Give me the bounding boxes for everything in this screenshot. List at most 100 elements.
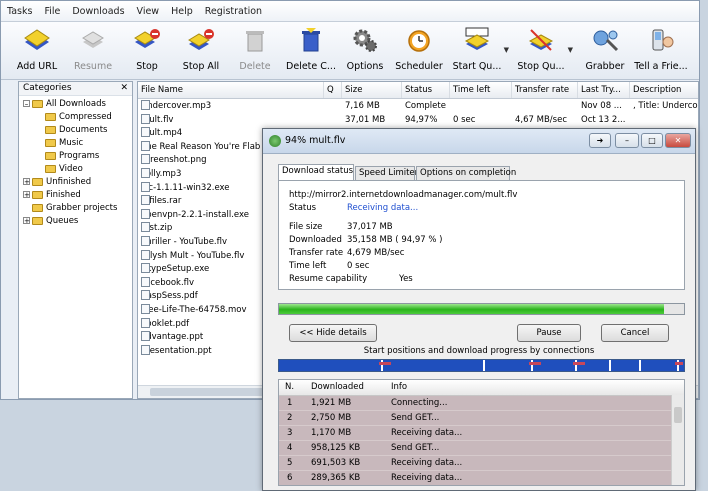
column-last-try[interactable]: Last Try... — [578, 82, 630, 98]
file-icon — [141, 154, 150, 165]
cell-last: Oct 13 2... — [581, 114, 629, 127]
add-url-button[interactable]: Add URL — [9, 24, 65, 76]
download-progress-dialog: 94% mult.flv ➜ – □ ✕ Download status Spe… — [262, 128, 696, 491]
dialog-title-bar: 94% mult.flv ➜ – □ ✕ — [263, 129, 695, 154]
folder-open-icon — [32, 99, 43, 108]
idm-globe-icon — [269, 135, 281, 147]
vertical-scrollbar[interactable] — [671, 395, 684, 485]
list-item[interactable]: 5 691,503 KB Receiving data... — [279, 456, 673, 471]
stop-all-button[interactable]: Stop All — [173, 24, 229, 76]
stop-button[interactable]: Stop — [119, 24, 175, 76]
table-row[interactable]: Undercover.mp3 7,16 MB Complete Nov 08 ...,… — [138, 100, 698, 113]
column-file-name[interactable]: File Name — [138, 82, 324, 98]
pause-button[interactable]: Pause — [517, 324, 581, 342]
file-icon — [141, 181, 150, 192]
column-description[interactable]: Description — [630, 82, 698, 98]
cell-n: 6 — [287, 473, 293, 483]
resume-button[interactable]: Resume — [65, 24, 121, 76]
cancel-button[interactable]: Cancel — [601, 324, 669, 342]
close-icon[interactable]: ✕ — [120, 82, 128, 95]
options-button[interactable]: Options — [337, 24, 393, 76]
file-icon — [141, 222, 150, 233]
expand-icon[interactable]: + — [23, 217, 30, 225]
menu-tasks[interactable]: Tasks — [1, 6, 38, 17]
file-size-value: 37,017 MB — [347, 222, 393, 232]
column-transfer-rate[interactable]: Transfer rate — [512, 82, 578, 98]
category-programs[interactable]: Programs — [45, 150, 99, 162]
stop-queue-dropdown-icon[interactable]: ▼ — [568, 46, 573, 54]
cell-text: Nov 08 ... — [581, 101, 622, 111]
stop-queue-icon — [528, 29, 554, 51]
tell-a-friend-button[interactable]: Tell a Frie... — [633, 24, 689, 76]
delete-button[interactable]: Delete — [227, 24, 283, 76]
column-connection-number[interactable]: N. — [285, 380, 294, 395]
menu-help[interactable]: Help — [165, 6, 199, 17]
cell-text: presentation.ppt — [141, 345, 212, 356]
list-item[interactable]: 3 1,170 MB Receiving data... — [279, 426, 673, 441]
scheduler-icon — [408, 30, 430, 52]
category-music[interactable]: Music — [45, 137, 83, 149]
scheduler-button[interactable]: Scheduler — [391, 24, 447, 76]
file-icon — [141, 331, 150, 342]
category-documents[interactable]: Documents — [45, 124, 107, 136]
category-unfinished[interactable]: + Unfinished — [23, 176, 91, 188]
hide-details-button[interactable]: << Hide details — [289, 324, 377, 342]
delete-completed-button[interactable]: Delete C... — [283, 24, 339, 76]
column-status[interactable]: Status — [402, 82, 450, 98]
maximize-button[interactable]: □ — [641, 133, 663, 148]
list-item[interactable]: 4 958,125 KB Send GET... — [279, 441, 673, 456]
category-grabber-projects[interactable]: Grabber projects — [32, 202, 117, 214]
file-icon — [141, 140, 150, 151]
scrollbar-thumb[interactable] — [674, 407, 682, 423]
column-downloaded[interactable]: Downloaded — [311, 380, 364, 395]
category-queues[interactable]: + Queues — [23, 215, 78, 227]
list-item[interactable]: 6 289,365 KB Receiving data... — [279, 471, 673, 485]
table-row[interactable]: mult.flv 37,01 MB 94,97% 0 sec 4,67 MB/sec Oc… — [138, 113, 698, 127]
menu-downloads[interactable]: Downloads — [66, 6, 130, 17]
expand-icon[interactable]: + — [23, 191, 30, 199]
tray-icon[interactable]: ➜ — [589, 133, 611, 148]
tab-options-on-completion[interactable]: Options on completion — [416, 166, 516, 180]
folder-icon — [45, 164, 56, 173]
menu-file[interactable]: File — [38, 6, 66, 17]
stop-all-icon — [188, 29, 214, 50]
menu-registration[interactable]: Registration — [199, 6, 268, 17]
file-icon — [141, 127, 150, 138]
list-item[interactable]: 2 2,750 MB Send GET... — [279, 411, 673, 426]
collapse-icon[interactable]: – — [23, 100, 30, 108]
cell-downloaded: 691,503 KB — [311, 458, 361, 468]
close-button[interactable]: ✕ — [665, 133, 691, 148]
folder-icon — [32, 190, 43, 199]
connections-progress-bar — [278, 359, 685, 372]
column-info[interactable]: Info — [391, 380, 407, 395]
connections-header: N. Downloaded Info — [279, 380, 684, 396]
start-queue-button[interactable]: Start Qu... ▼ — [449, 24, 509, 76]
category-all-downloads[interactable]: – All Downloads — [23, 98, 106, 110]
connections-caption: Start positions and download progress by… — [363, 346, 595, 356]
tab-download-status[interactable]: Download status — [278, 164, 354, 180]
column-queue[interactable]: Q — [324, 82, 342, 98]
grabber-button[interactable]: Grabber — [577, 24, 633, 76]
category-video[interactable]: Video — [45, 163, 83, 175]
cell-text: The Real Reason You're Flab — [141, 141, 261, 152]
file-size-label: File size — [289, 222, 323, 232]
file-icon — [141, 168, 150, 178]
cell-info: Connecting... — [391, 398, 448, 408]
category-compressed[interactable]: Compressed — [45, 111, 112, 123]
list-item[interactable]: 1 1,921 MB Connecting... — [279, 396, 673, 411]
tab-speed-limiter[interactable]: Speed Limiter — [355, 166, 418, 180]
category-finished[interactable]: + Finished — [23, 189, 81, 201]
file-icon — [141, 208, 150, 219]
cell-downloaded: 289,365 KB — [311, 473, 361, 483]
menu-view[interactable]: View — [131, 6, 166, 17]
cell-info: Send GET... — [391, 443, 440, 453]
time-left-label: Time left — [289, 261, 327, 271]
expand-icon[interactable]: + — [23, 178, 30, 186]
start-queue-dropdown-icon[interactable]: ▼ — [504, 46, 509, 54]
column-time-left[interactable]: Time left — [450, 82, 512, 98]
minimize-button[interactable]: – — [615, 133, 639, 148]
column-size[interactable]: Size — [342, 82, 402, 98]
stop-queue-button[interactable]: Stop Qu... ▼ — [513, 24, 573, 76]
cell-n: 3 — [287, 428, 293, 438]
toolbar: Add URL Resume Stop Stop All Delete Dele… — [1, 22, 699, 80]
